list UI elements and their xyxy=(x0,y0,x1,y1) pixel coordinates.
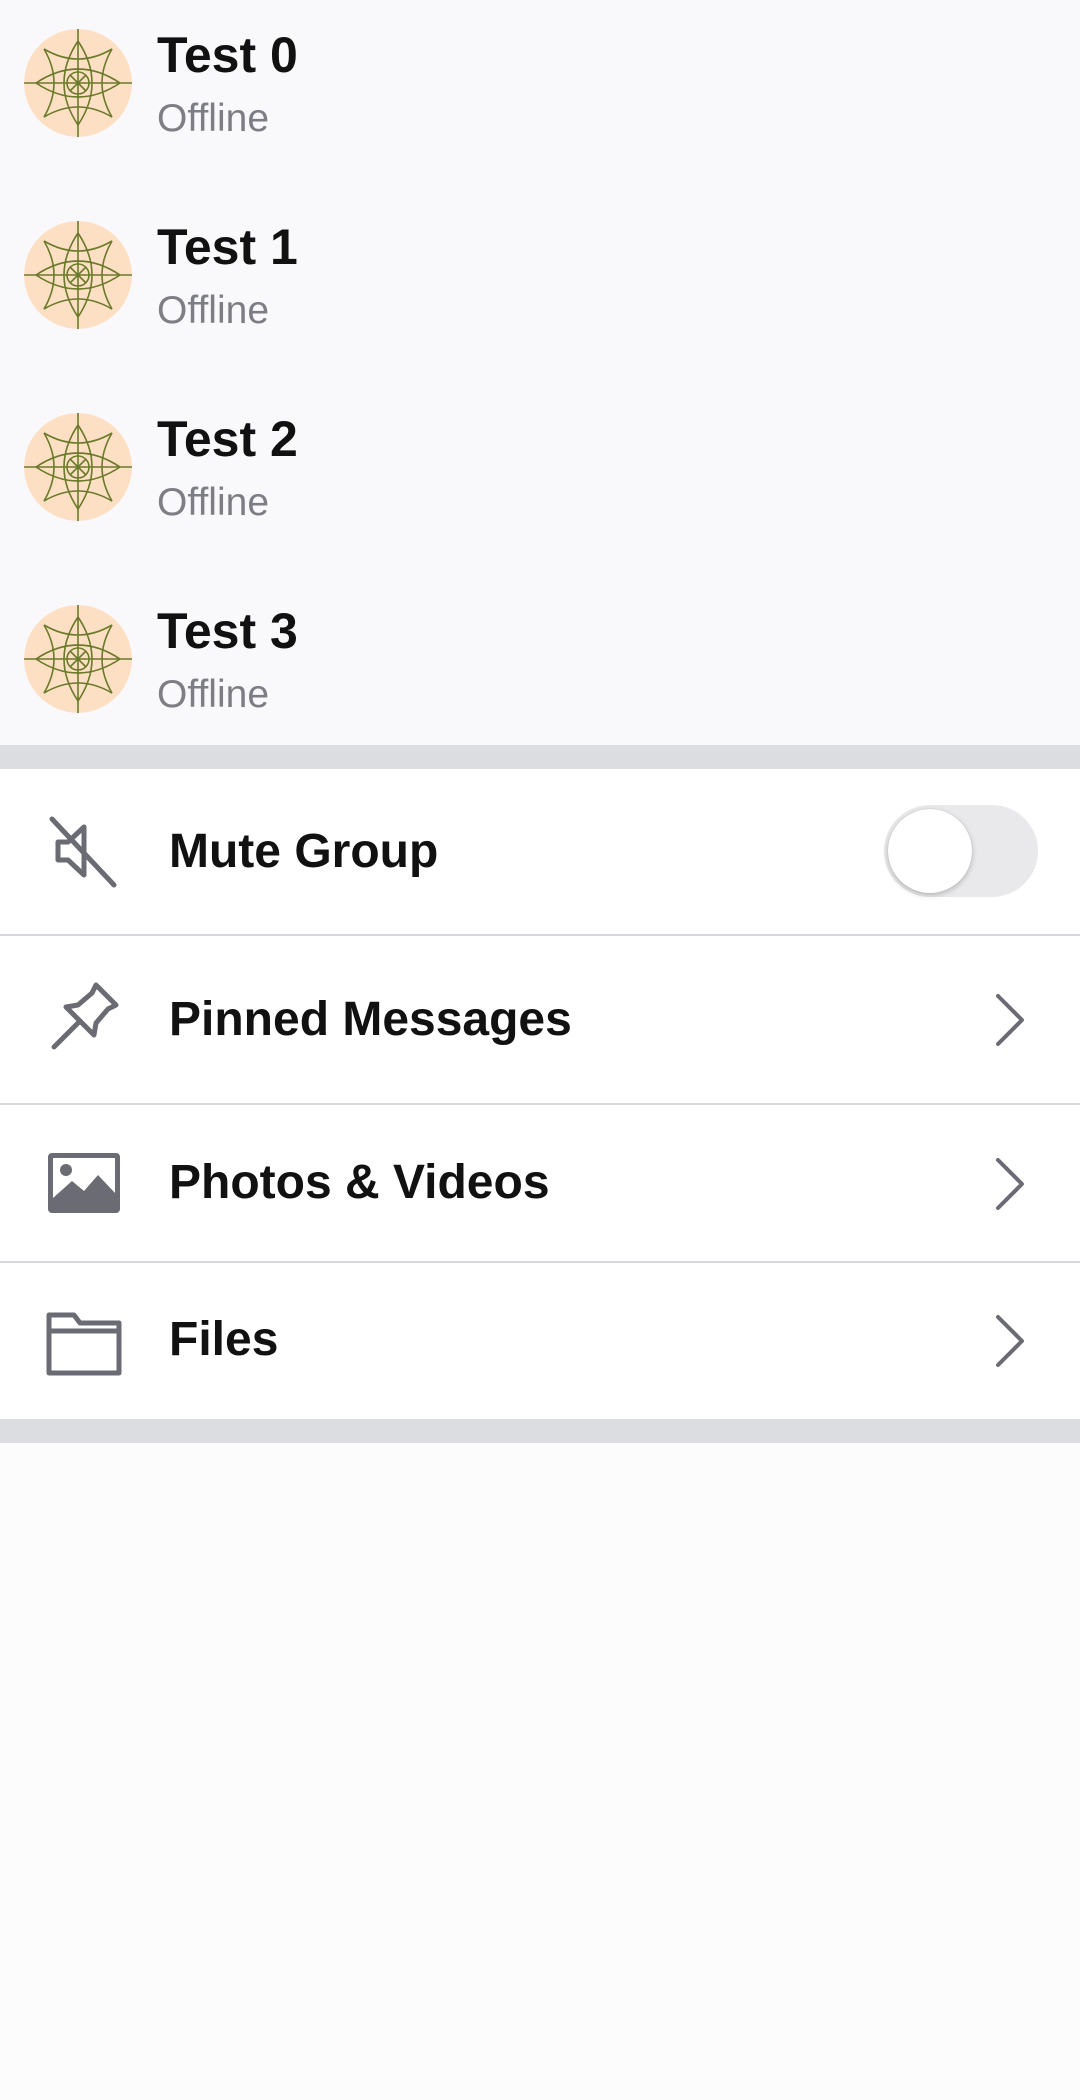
avatar xyxy=(24,221,132,329)
member-row[interactable]: Test 1 Offline xyxy=(0,192,1080,384)
member-row[interactable]: Test 2 Offline xyxy=(0,384,1080,576)
speaker-muted-icon xyxy=(44,811,124,891)
section-separator xyxy=(0,745,1080,769)
member-status: Offline xyxy=(157,673,270,716)
pinned-messages-row[interactable]: Pinned Messages xyxy=(0,936,1080,1105)
chevron-right-icon xyxy=(990,1313,1030,1369)
chevron-right-icon xyxy=(990,992,1030,1048)
photos-videos-row[interactable]: Photos & Videos xyxy=(0,1105,1080,1263)
member-name: Test 3 xyxy=(157,603,298,659)
member-status: Offline xyxy=(157,481,270,524)
mute-group-row: Mute Group xyxy=(0,769,1080,936)
mute-group-toggle[interactable] xyxy=(884,805,1038,897)
toggle-knob xyxy=(888,809,972,893)
photos-videos-label: Photos & Videos xyxy=(169,1156,550,1209)
member-name: Test 1 xyxy=(157,219,298,275)
member-name: Test 2 xyxy=(157,411,298,467)
avatar xyxy=(24,29,132,137)
files-row[interactable]: Files xyxy=(0,1263,1080,1419)
member-name: Test 0 xyxy=(157,27,298,83)
member-status: Offline xyxy=(157,97,270,140)
files-label: Files xyxy=(169,1313,279,1366)
section-separator xyxy=(0,1419,1080,1443)
pin-icon xyxy=(44,977,124,1057)
avatar xyxy=(24,605,132,713)
pinned-messages-label: Pinned Messages xyxy=(169,993,572,1046)
group-settings-list: Mute Group Pinned Messages Photos & Vide… xyxy=(0,769,1080,1419)
member-status: Offline xyxy=(157,289,270,332)
avatar xyxy=(24,413,132,521)
folder-icon xyxy=(44,1301,124,1381)
member-list: Test 0 Offline Test 1 Offline Test 2 Off… xyxy=(0,0,1080,745)
member-row[interactable]: Test 3 Offline xyxy=(0,576,1080,768)
chevron-right-icon xyxy=(990,1156,1030,1212)
mute-group-label: Mute Group xyxy=(169,825,439,878)
image-icon xyxy=(44,1143,124,1223)
member-row[interactable]: Test 0 Offline xyxy=(0,0,1080,192)
